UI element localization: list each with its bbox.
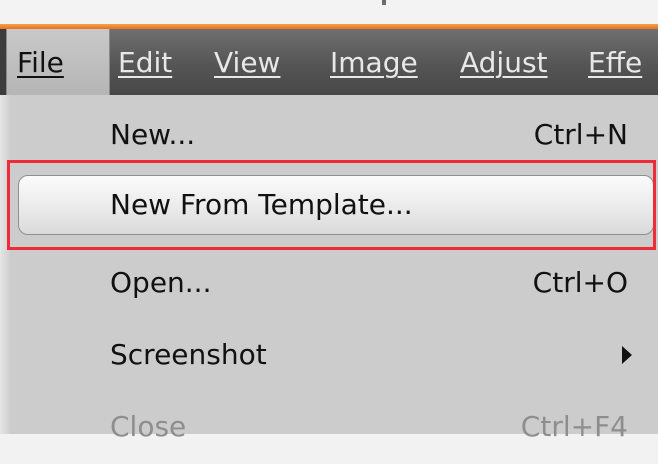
menu-entry-shortcut: Ctrl+O <box>532 266 628 299</box>
menu-entry-label: Open... <box>110 266 212 299</box>
menu-effects[interactable]: Effe <box>588 29 642 95</box>
menu-entry-shortcut: Ctrl+F4 <box>520 410 628 443</box>
menu-entry-label: Close <box>110 410 187 443</box>
submenu-arrow-icon <box>622 346 632 364</box>
menu-image[interactable]: Image <box>330 29 418 95</box>
window-top-strip <box>0 0 658 26</box>
menu-entry-label: Screenshot <box>110 338 267 371</box>
menu-entry-open[interactable]: Open... Ctrl+O <box>0 246 658 320</box>
menu-entry-close: Close Ctrl+F4 <box>0 390 658 464</box>
menu-file[interactable]: File <box>6 29 110 95</box>
menu-adjust[interactable]: Adjust <box>460 29 548 95</box>
menu-edit[interactable]: Edit <box>118 29 172 95</box>
menu-entry-screenshot[interactable]: Screenshot <box>0 318 658 392</box>
top-marker <box>382 0 386 5</box>
annotation-highlight-box <box>7 160 656 250</box>
menu-view[interactable]: View <box>214 29 280 95</box>
menu-bar: File Edit View Image Adjust Effe <box>0 29 658 96</box>
